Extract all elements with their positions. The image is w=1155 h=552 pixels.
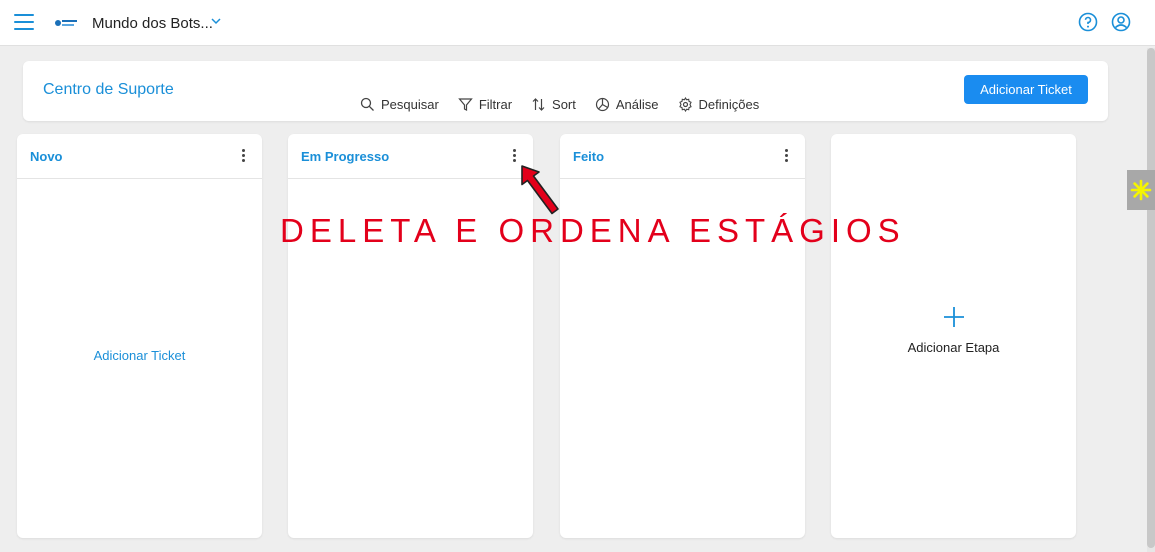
search-icon xyxy=(360,97,374,111)
side-widget-button[interactable] xyxy=(1127,170,1155,210)
stage-title: Novo xyxy=(30,149,63,164)
toolbar: Pesquisar Filtrar Sort Análise Definiçõe… xyxy=(360,97,778,112)
stage-menu-icon[interactable] xyxy=(240,149,246,165)
filter-button[interactable]: Filtrar xyxy=(458,97,512,112)
stage-menu-icon[interactable] xyxy=(783,149,789,165)
stage-header: Novo xyxy=(17,134,262,179)
stage-header: Em Progresso xyxy=(288,134,533,179)
help-circle-icon[interactable] xyxy=(1078,12,1098,32)
stage-title: Em Progresso xyxy=(301,149,390,164)
analysis-label: Análise xyxy=(615,97,659,112)
gear-icon xyxy=(678,97,692,112)
workspace-selector[interactable]: Mundo dos Bots... xyxy=(92,15,213,32)
annotation-text: DELETA E ORDENA ESTÁGIOS xyxy=(280,212,906,249)
stage-title: Feito xyxy=(573,149,605,164)
sparkle-icon xyxy=(1130,179,1152,201)
page-header: Centro de Suporte Pesquisar Filtrar Sort… xyxy=(23,61,1108,121)
filter-label: Filtrar xyxy=(478,97,513,112)
hamburger-icon[interactable] xyxy=(14,14,34,32)
plus-icon xyxy=(944,307,964,327)
workspace-logo xyxy=(55,20,77,26)
chevron-down-icon[interactable] xyxy=(209,14,223,28)
stage-column-novo: Novo Adicionar Ticket xyxy=(17,134,262,538)
stage-column-feito: Feito xyxy=(560,134,805,538)
add-stage-label: Adicionar Etapa xyxy=(907,340,1000,355)
filter-icon xyxy=(458,98,473,111)
chart-icon xyxy=(595,97,609,112)
scrollbar-thumb[interactable] xyxy=(1147,48,1155,548)
analysis-button[interactable]: Análise xyxy=(595,97,659,112)
add-ticket-button[interactable]: Adicionar Ticket xyxy=(964,75,1088,104)
top-bar: Mundo dos Bots... xyxy=(0,0,1155,46)
sort-icon xyxy=(532,98,545,111)
stage-column-em-progresso: Em Progresso xyxy=(288,134,533,538)
settings-button[interactable]: Definições xyxy=(678,97,760,112)
settings-label: Definições xyxy=(698,97,760,112)
add-stage-card[interactable]: Adicionar Etapa xyxy=(831,134,1076,538)
sort-button[interactable]: Sort xyxy=(531,97,576,112)
stage-header: Feito xyxy=(560,134,805,179)
user-avatar-icon[interactable] xyxy=(1111,12,1131,32)
search-button[interactable]: Pesquisar xyxy=(360,97,439,112)
sort-label: Sort xyxy=(552,97,576,112)
add-ticket-link[interactable]: Adicionar Ticket xyxy=(17,348,262,363)
page-title: Centro de Suporte xyxy=(43,81,174,98)
search-label: Pesquisar xyxy=(381,97,439,112)
annotation-arrow-icon xyxy=(521,165,559,215)
